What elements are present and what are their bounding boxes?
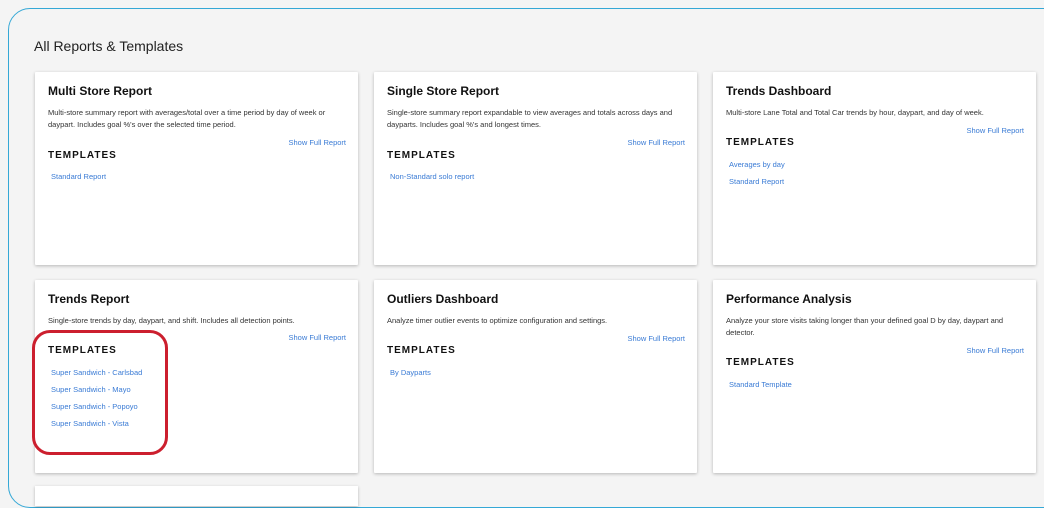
card-title: Trends Report bbox=[48, 292, 130, 306]
report-card-trends-dashboard[interactable]: Trends Dashboard Multi-store Lane Total … bbox=[713, 72, 1036, 265]
templates-heading: TEMPLATES bbox=[387, 345, 456, 356]
template-link[interactable]: Super Sandwich - Mayo bbox=[51, 381, 142, 398]
template-link[interactable]: Non-Standard solo report bbox=[390, 168, 474, 185]
card-description: Multi-store Lane Total and Total Car tre… bbox=[726, 108, 984, 117]
template-link[interactable]: Averages by day bbox=[729, 156, 785, 173]
card-title: Multi Store Report bbox=[48, 84, 152, 98]
report-card-single-store[interactable]: Single Store Report Single-store summary… bbox=[374, 72, 697, 265]
report-card-multi-store[interactable]: Multi Store Report Multi-store summary r… bbox=[35, 72, 358, 265]
templates-heading: TEMPLATES bbox=[726, 137, 795, 148]
show-full-report-link[interactable]: Show Full Report bbox=[966, 346, 1024, 355]
template-link[interactable]: Standard Report bbox=[51, 168, 106, 185]
templates-heading: TEMPLATES bbox=[726, 357, 795, 368]
template-link[interactable]: Super Sandwich - Carlsbad bbox=[51, 364, 142, 381]
template-link[interactable]: By Dayparts bbox=[390, 364, 431, 381]
templates-list: Standard Report bbox=[51, 168, 106, 185]
show-full-report-link[interactable]: Show Full Report bbox=[966, 126, 1024, 135]
card-title: Performance Analysis bbox=[726, 292, 852, 306]
card-description: Analyze timer outlier events to optimize… bbox=[387, 316, 608, 325]
card-description: Multi-store summary report with averages… bbox=[48, 108, 326, 129]
templates-heading: TEMPLATES bbox=[48, 150, 117, 161]
show-full-report-link[interactable]: Show Full Report bbox=[627, 138, 685, 147]
templates-list: Standard Template bbox=[729, 376, 792, 393]
templates-heading: TEMPLATES bbox=[387, 150, 456, 161]
show-full-report-link[interactable]: Show Full Report bbox=[627, 334, 685, 343]
templates-list: Averages by day Standard Report bbox=[729, 156, 785, 190]
card-title: Outliers Dashboard bbox=[387, 292, 499, 306]
report-card-trends-report[interactable]: Trends Report Single-store trends by day… bbox=[35, 280, 358, 473]
report-card-performance-analysis[interactable]: Performance Analysis Analyze your store … bbox=[713, 280, 1036, 473]
show-full-report-link[interactable]: Show Full Report bbox=[288, 333, 346, 342]
card-title: Single Store Report bbox=[387, 84, 500, 98]
card-description: Analyze your store visits taking longer … bbox=[726, 316, 1004, 337]
template-link[interactable]: Super Sandwich - Popoyo bbox=[51, 398, 142, 415]
templates-list: Super Sandwich - Carlsbad Super Sandwich… bbox=[51, 364, 142, 432]
page-title: All Reports & Templates bbox=[34, 38, 184, 54]
report-card-outliers-dashboard[interactable]: Outliers Dashboard Analyze timer outlier… bbox=[374, 280, 697, 473]
card-title: Trends Dashboard bbox=[726, 84, 832, 98]
templates-list: Non-Standard solo report bbox=[390, 168, 474, 185]
card-description: Single-store summary report expandable t… bbox=[387, 108, 673, 129]
card-description: Single-store trends by day, daypart, and… bbox=[48, 316, 295, 325]
show-full-report-link[interactable]: Show Full Report bbox=[288, 138, 346, 147]
template-link[interactable]: Standard Template bbox=[729, 376, 792, 393]
templates-heading: TEMPLATES bbox=[48, 345, 117, 356]
report-card-partial bbox=[35, 486, 358, 506]
template-link[interactable]: Standard Report bbox=[729, 173, 785, 190]
templates-list: By Dayparts bbox=[390, 364, 431, 381]
template-link[interactable]: Super Sandwich - Vista bbox=[51, 415, 142, 432]
